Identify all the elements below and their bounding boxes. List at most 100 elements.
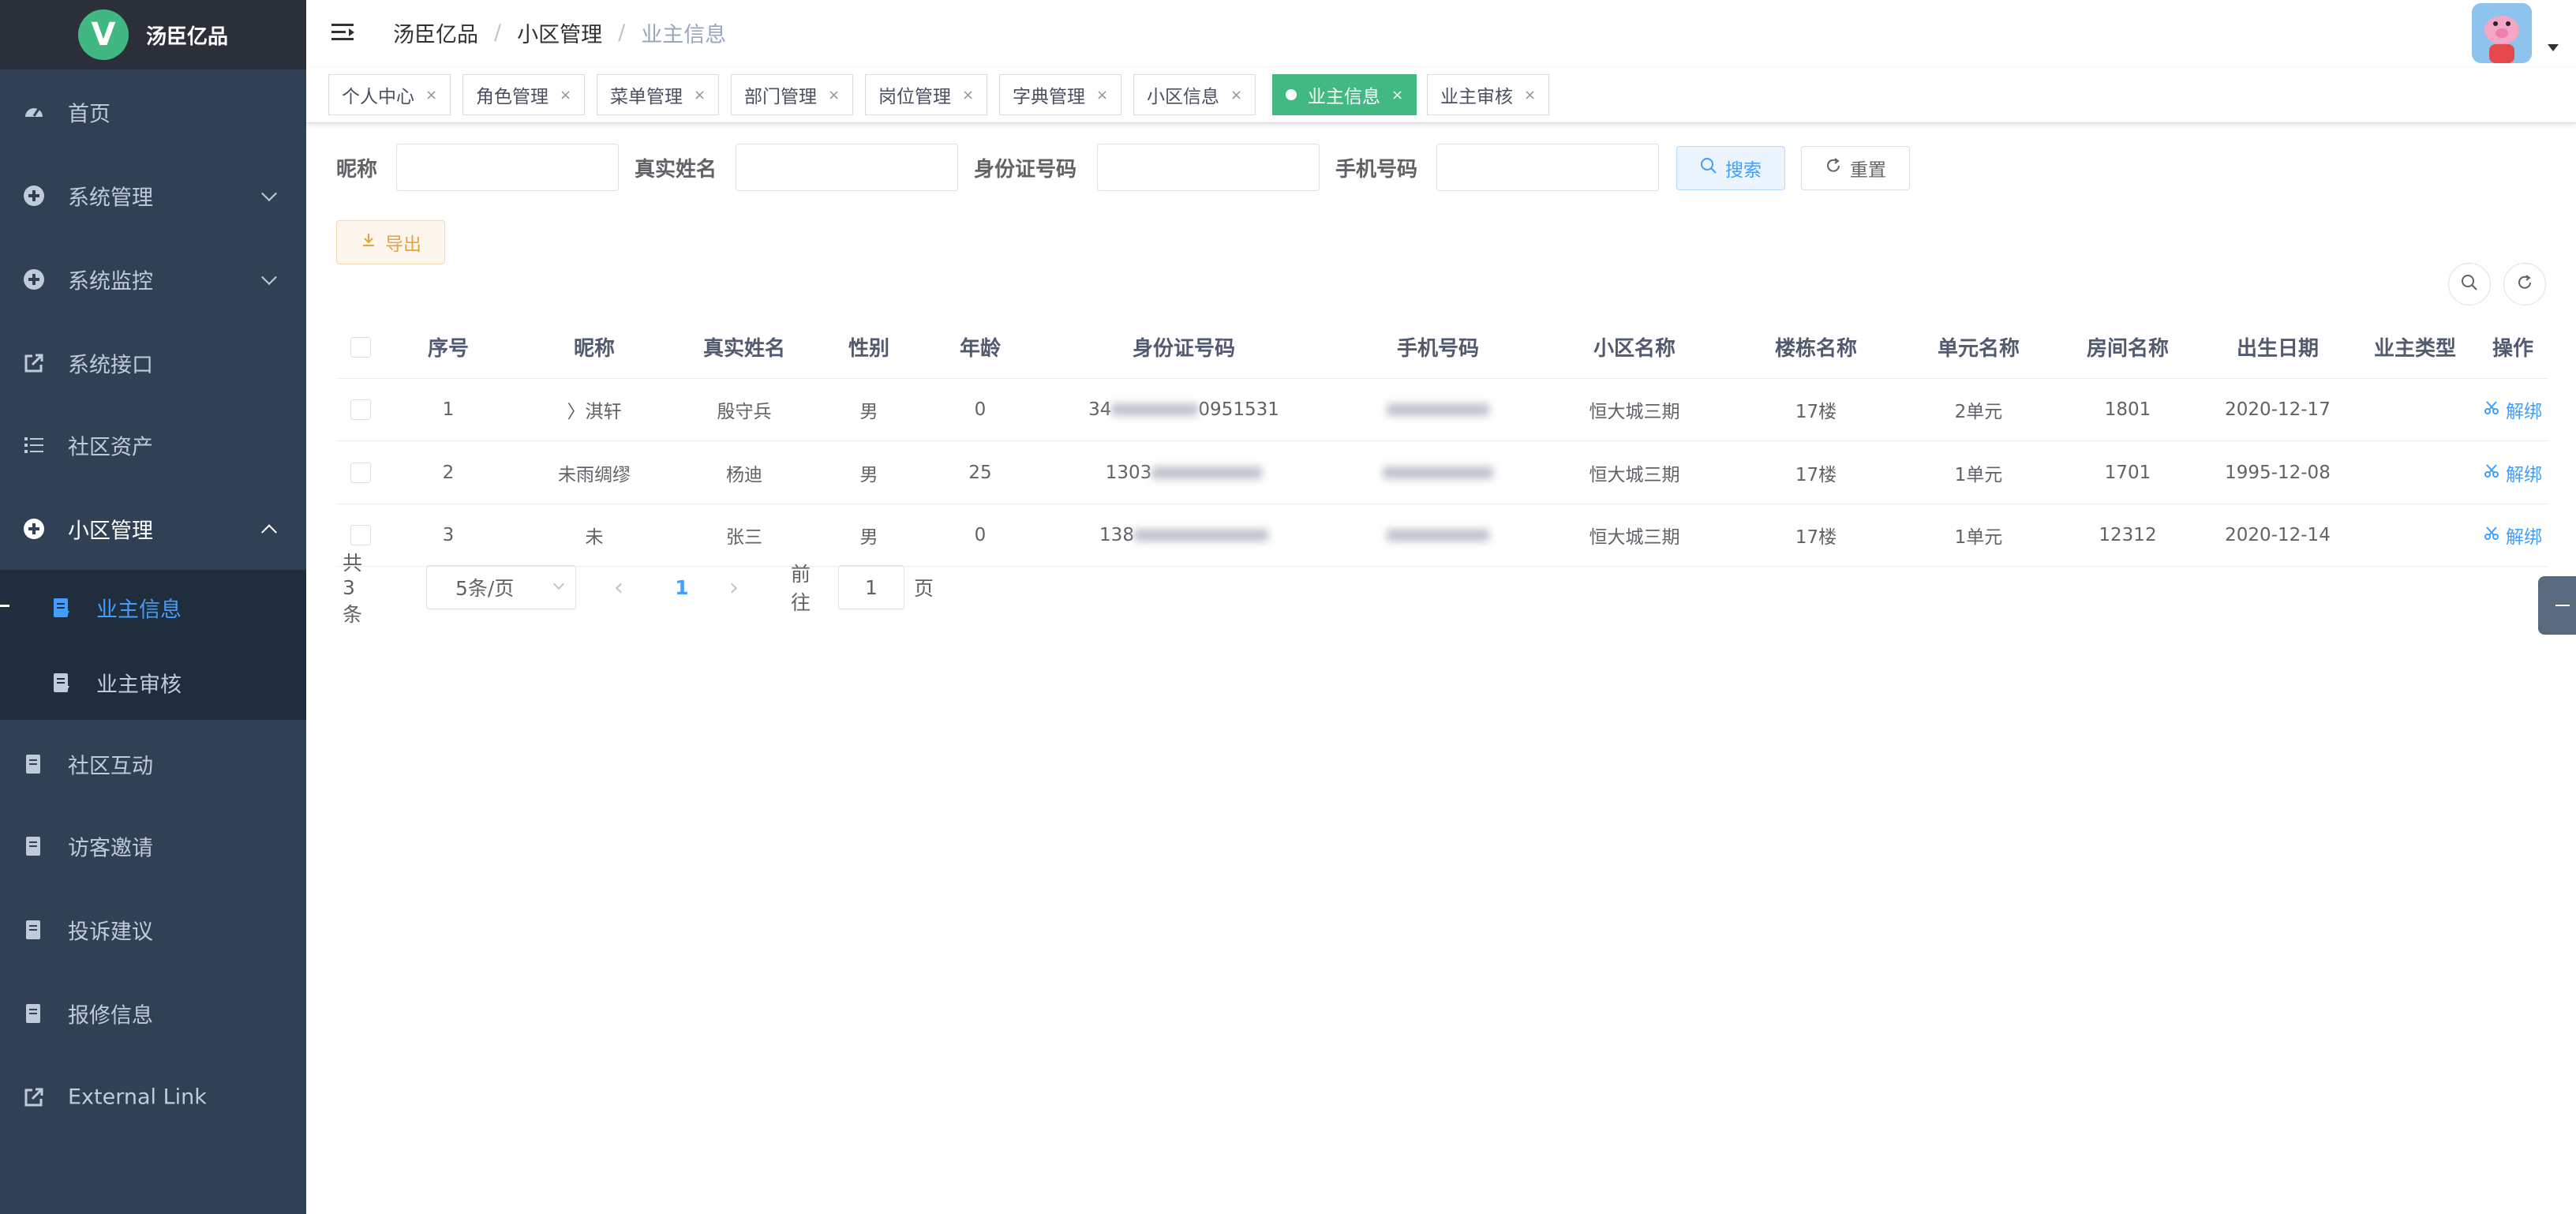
column-header[interactable]: 单元名称 bbox=[1905, 316, 2052, 378]
row-realname: 杨迪 bbox=[726, 464, 762, 485]
page-size-select[interactable]: 5条/页 bbox=[426, 565, 576, 609]
unbind-button[interactable]: 解绑 bbox=[2484, 396, 2542, 423]
sidebar-item-system[interactable]: 系统管理 bbox=[0, 155, 306, 237]
breadcrumb-item[interactable]: 汤臣亿品 bbox=[393, 17, 478, 48]
row-checkbox[interactable] bbox=[350, 462, 371, 483]
column-header[interactable]: 手机号码 bbox=[1334, 316, 1542, 378]
scissors-icon bbox=[2484, 525, 2499, 545]
column-header[interactable]: 业主类型 bbox=[2352, 316, 2478, 378]
column-header[interactable]: 操作 bbox=[2478, 316, 2548, 378]
column-header[interactable]: 小区名称 bbox=[1542, 316, 1727, 378]
close-icon[interactable]: × bbox=[828, 87, 840, 103]
community-icon bbox=[22, 517, 46, 541]
idcard-input[interactable] bbox=[1097, 144, 1320, 191]
select-all-checkbox[interactable] bbox=[350, 336, 371, 358]
tag-department-management[interactable]: 部门管理 × bbox=[731, 74, 854, 115]
sidebar-subitem-label: 业主审核 bbox=[96, 673, 182, 697]
sidebar-item-monitor[interactable]: 系统监控 bbox=[0, 238, 306, 320]
table-row[interactable]: 3 未 张三 男 0 138 恒大城三期 17楼 1单元 12312 2020-… bbox=[336, 504, 2548, 567]
monitor-icon bbox=[22, 268, 46, 291]
tag-role-management[interactable]: 角色管理 × bbox=[462, 74, 586, 115]
row-checkbox[interactable] bbox=[350, 399, 371, 420]
chevron-up-icon bbox=[261, 524, 277, 541]
row-birth: 2020-12-14 bbox=[2225, 525, 2331, 545]
next-page-button[interactable]: › bbox=[718, 565, 750, 609]
column-header[interactable]: 房间名称 bbox=[2052, 316, 2203, 378]
sidebar-item-interface[interactable]: 系统接口 bbox=[0, 322, 306, 404]
sidebar-item-repair[interactable]: 报修信息 bbox=[0, 972, 306, 1055]
unbind-button[interactable]: 解绑 bbox=[2484, 522, 2542, 549]
export-button[interactable]: 导出 bbox=[336, 220, 445, 264]
redacted-mask bbox=[1383, 466, 1493, 479]
sidebar-item-external-link[interactable]: External Link bbox=[0, 1056, 306, 1138]
close-icon[interactable]: × bbox=[1096, 87, 1108, 103]
column-header[interactable]: 出生日期 bbox=[2203, 316, 2352, 378]
sidebar-subitem-owner-info[interactable]: 业主信息 bbox=[0, 570, 306, 645]
row-checkbox[interactable] bbox=[350, 525, 371, 545]
tag-owner-info[interactable]: 业主信息 × bbox=[1272, 74, 1417, 115]
logo-mark: V bbox=[77, 9, 129, 60]
prev-page-button[interactable]: ‹ bbox=[603, 565, 635, 609]
close-icon[interactable]: × bbox=[1524, 87, 1536, 103]
avatar[interactable] bbox=[2472, 3, 2532, 63]
settings-drawer-handle[interactable] bbox=[2538, 576, 2576, 635]
sidebar-subitem-label: 业主信息 bbox=[96, 598, 182, 622]
row-building: 17楼 bbox=[1795, 527, 1837, 548]
unbind-button[interactable]: 解绑 bbox=[2484, 459, 2542, 486]
row-nickname: 未雨绸缪 bbox=[558, 464, 631, 485]
column-header[interactable]: 昵称 bbox=[511, 316, 677, 378]
reset-button[interactable]: 重置 bbox=[1801, 146, 1910, 190]
tag-dict-management[interactable]: 字典管理 × bbox=[999, 74, 1122, 115]
download-icon bbox=[360, 231, 377, 253]
refresh-icon bbox=[2516, 274, 2533, 294]
refresh-table-button[interactable] bbox=[2503, 263, 2546, 305]
table-row[interactable]: 1 〉淇轩 殷守兵 男 0 34 0951531 恒大城三期 17楼 2单元 1… bbox=[336, 379, 2548, 441]
tag-label: 小区信息 bbox=[1147, 87, 1219, 107]
row-age: 25 bbox=[968, 462, 992, 483]
close-icon[interactable]: × bbox=[962, 87, 974, 103]
column-header[interactable]: 身份证号码 bbox=[1034, 316, 1334, 378]
column-header[interactable]: 真实姓名 bbox=[677, 316, 811, 378]
sidebar-item-visitor[interactable]: 访客邀请 bbox=[0, 805, 306, 887]
sidebar-subitem-owner-review[interactable]: 业主审核 bbox=[0, 645, 306, 720]
tag-post-management[interactable]: 岗位管理 × bbox=[865, 74, 988, 115]
logo[interactable]: V 汤臣亿品 bbox=[0, 0, 306, 69]
nickname-input[interactable] bbox=[396, 144, 619, 191]
row-realname: 张三 bbox=[726, 527, 762, 548]
close-icon[interactable]: × bbox=[425, 87, 437, 103]
caret-down-icon[interactable] bbox=[2548, 44, 2559, 51]
sidebar-item-label: 首页 bbox=[68, 102, 110, 127]
sidebar-item-community[interactable]: 小区管理 bbox=[0, 488, 306, 570]
tag-menu-management[interactable]: 菜单管理 × bbox=[597, 74, 720, 115]
row-room: 1801 bbox=[2104, 399, 2151, 420]
page-number[interactable]: 1 bbox=[666, 565, 698, 609]
close-icon[interactable]: × bbox=[1230, 87, 1242, 103]
unbind-label: 解绑 bbox=[2506, 464, 2542, 485]
column-header[interactable]: 序号 bbox=[385, 316, 511, 378]
document-icon bbox=[22, 918, 46, 942]
sidebar-item-complaint[interactable]: 投诉建议 bbox=[0, 889, 306, 971]
row-unit: 1单元 bbox=[1954, 527, 2003, 548]
column-header[interactable]: 性别 bbox=[811, 316, 927, 378]
breadcrumb-item[interactable]: 小区管理 bbox=[517, 17, 602, 48]
search-button[interactable]: 搜索 bbox=[1676, 146, 1785, 190]
sidebar-item-assets[interactable]: 社区资产 bbox=[0, 404, 306, 486]
goto-page-input[interactable]: 1 bbox=[838, 565, 904, 609]
realname-input[interactable] bbox=[736, 144, 958, 191]
table-row[interactable]: 2 未雨绸缪 杨迪 男 25 1303 恒大城三期 17楼 1单元 1701 1… bbox=[336, 441, 2548, 504]
close-icon[interactable]: × bbox=[560, 87, 571, 103]
tag-community-info[interactable]: 小区信息 × bbox=[1133, 74, 1256, 115]
column-header[interactable]: 楼栋名称 bbox=[1727, 316, 1905, 378]
close-icon[interactable]: × bbox=[694, 87, 706, 103]
sidebar-item-home[interactable]: 首页 bbox=[0, 71, 306, 153]
toggle-search-button[interactable] bbox=[2448, 263, 2491, 305]
idcard-label: 身份证号码 bbox=[974, 158, 1077, 182]
column-header[interactable]: 年龄 bbox=[927, 316, 1034, 378]
phone-input[interactable] bbox=[1436, 144, 1659, 191]
tag-personal-center[interactable]: 个人中心 × bbox=[328, 74, 451, 115]
sidebar-item-interaction[interactable]: 社区互动 bbox=[0, 723, 306, 805]
close-icon[interactable]: × bbox=[1391, 87, 1403, 103]
tag-owner-review[interactable]: 业主审核 × bbox=[1427, 74, 1550, 115]
hamburger-icon[interactable] bbox=[330, 19, 357, 46]
row-community: 恒大城三期 bbox=[1589, 527, 1680, 548]
